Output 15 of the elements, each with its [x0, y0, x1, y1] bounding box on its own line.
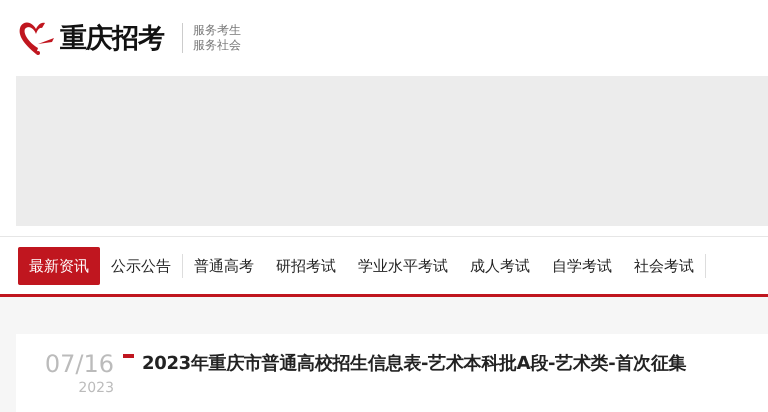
title-marker-icon	[123, 354, 134, 358]
nav-tab[interactable]: 研招考试	[265, 247, 347, 285]
article-year: 2023	[78, 379, 114, 398]
nav-tab[interactable]: 学业水平考试	[347, 247, 459, 285]
nav-tab[interactable]: 社会考试	[623, 247, 705, 285]
slogan: 服务考生	[193, 23, 241, 38]
article-title[interactable]: 2023年重庆市普通高校招生信息表-艺术本科批A段-艺术类-首次征集	[142, 350, 686, 412]
nav-tab[interactable]: 最新资讯	[18, 247, 100, 285]
slogan: 服务社会	[193, 38, 241, 53]
article-date: 07/16	[44, 350, 114, 378]
nav-tab[interactable]: 公示公告	[100, 247, 182, 285]
site-logo-text: 重庆招考	[60, 22, 164, 56]
nav-tab[interactable]: 自学考试	[541, 247, 623, 285]
nav-tab[interactable]: 成人考试	[459, 247, 541, 285]
nav-tab[interactable]: 普通高考	[183, 247, 265, 285]
